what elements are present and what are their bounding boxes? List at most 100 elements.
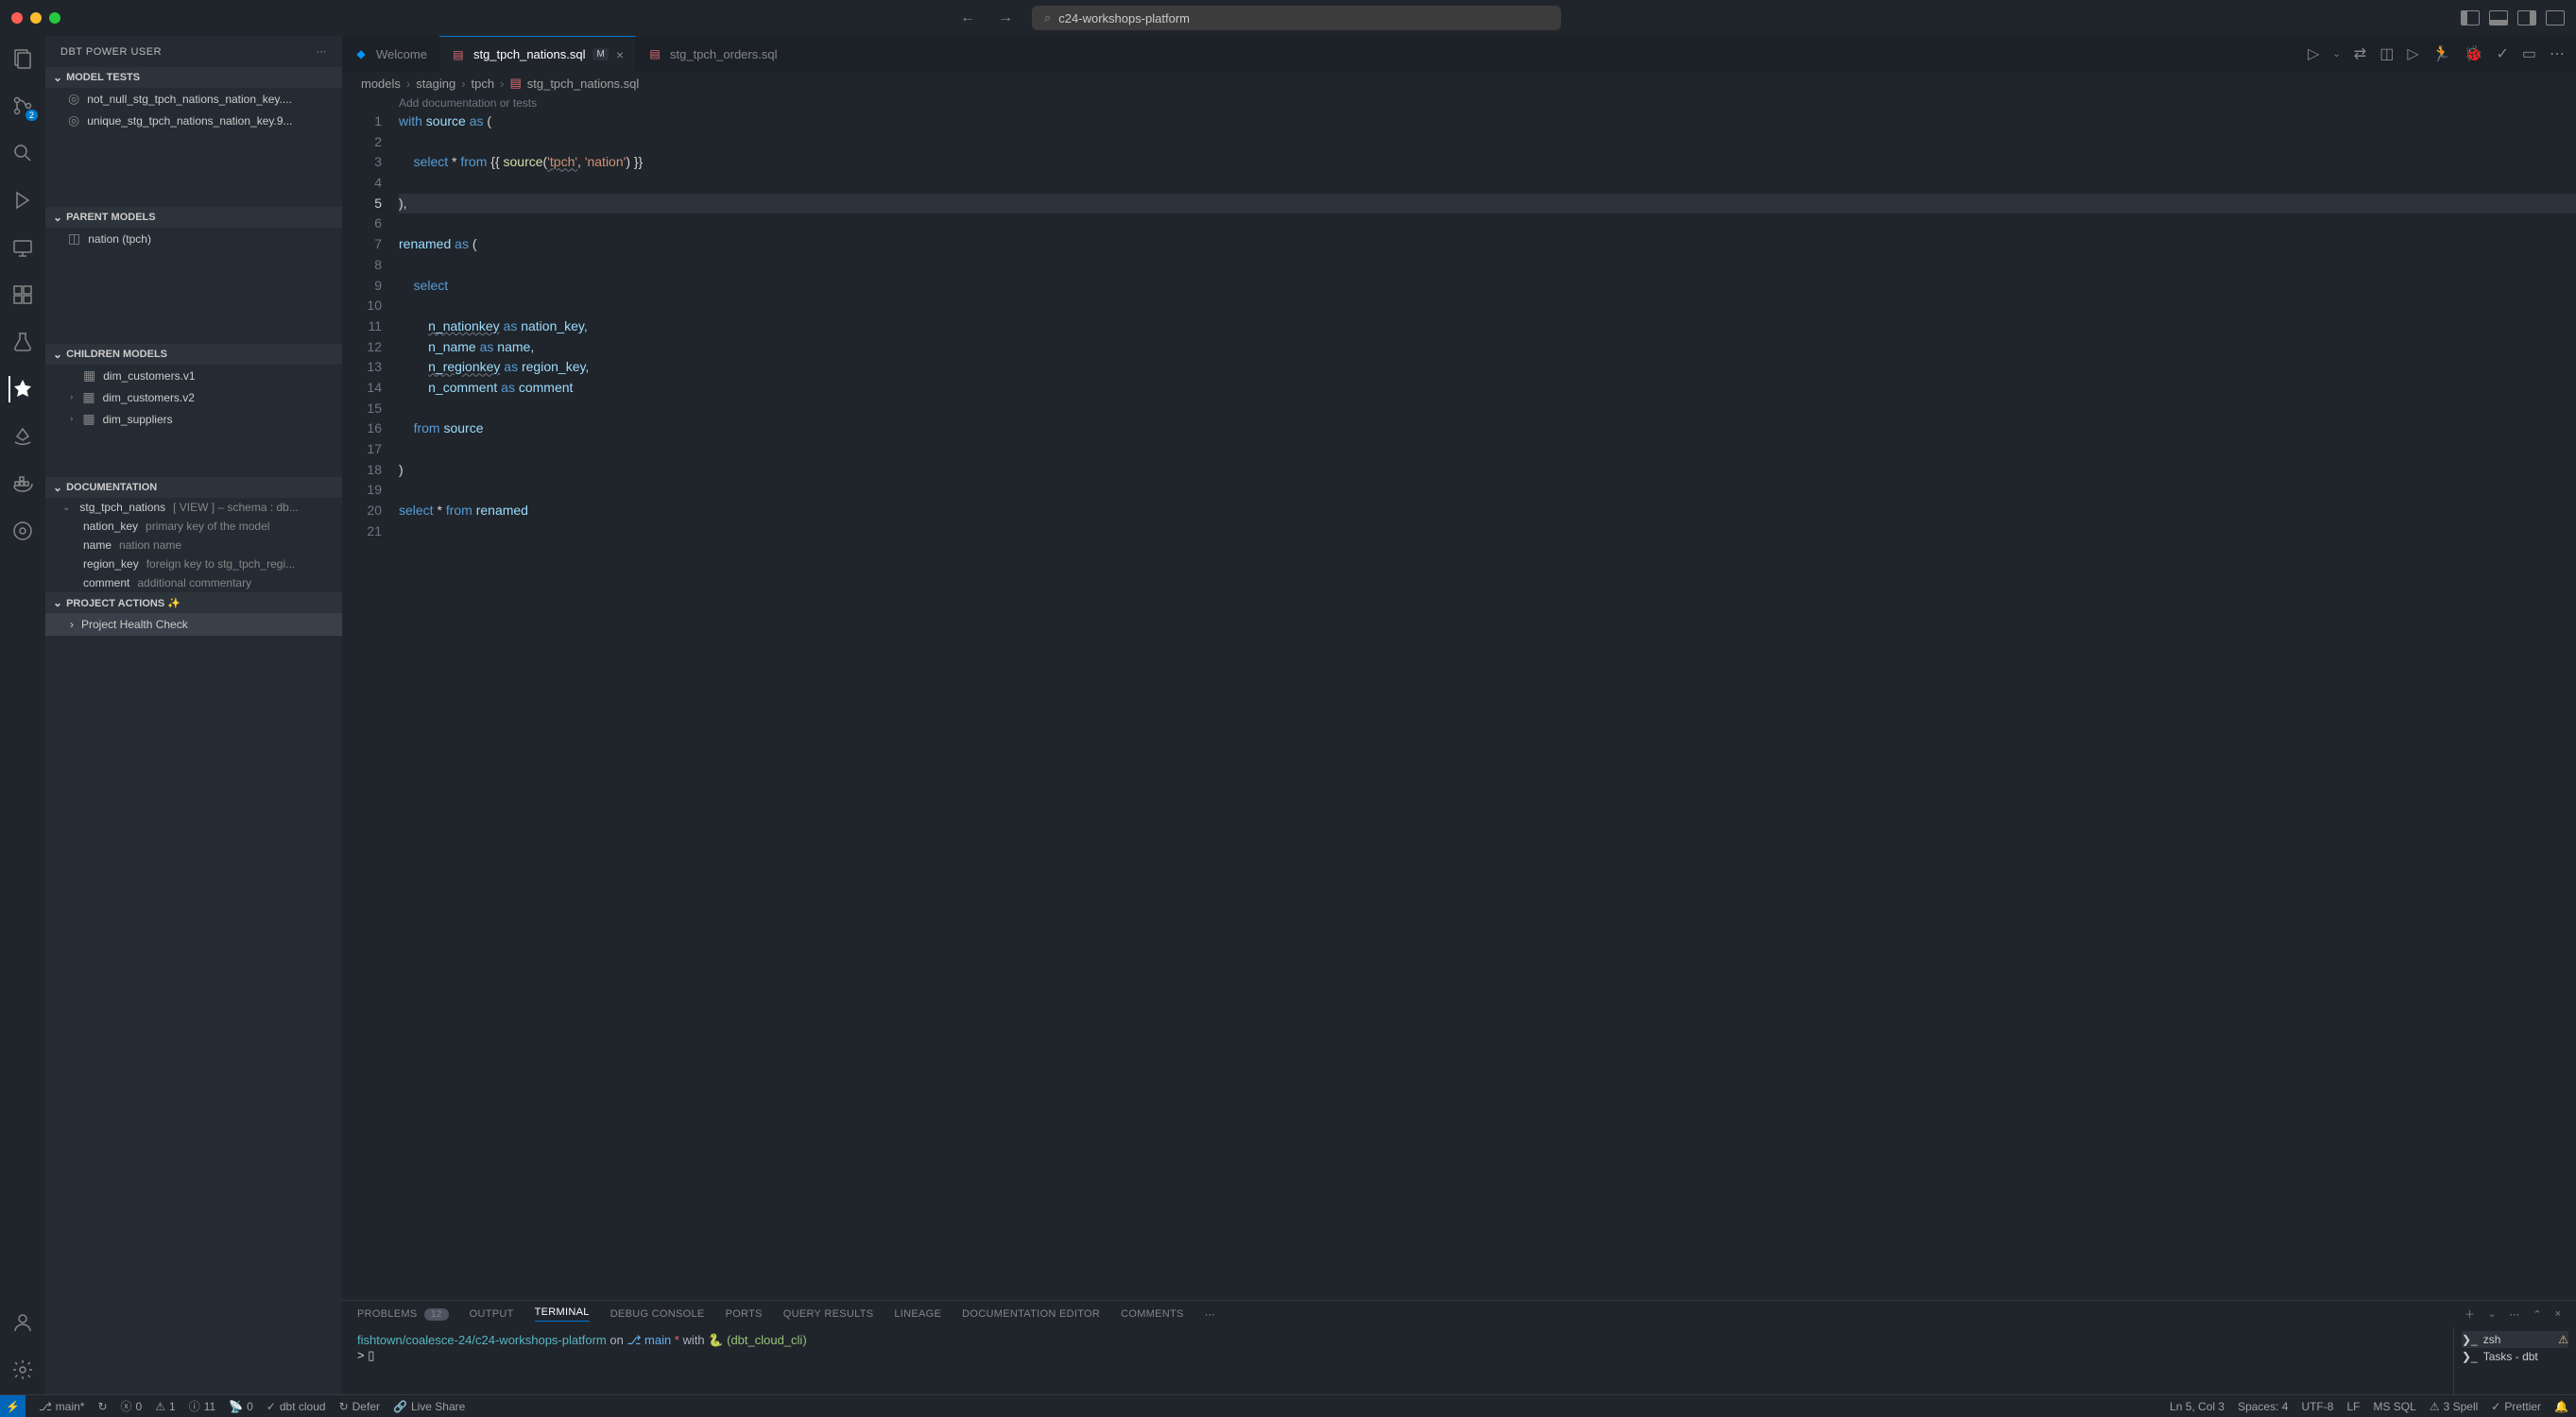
gitlens-icon[interactable] [9, 518, 36, 544]
nav-back-icon[interactable]: ← [960, 9, 975, 26]
docker-icon[interactable] [9, 470, 36, 497]
status-branch[interactable]: ⎇ main* [39, 1400, 85, 1413]
panel-tab-terminal[interactable]: TERMINAL [535, 1306, 590, 1322]
branch-icon: ⎇ [627, 1333, 644, 1347]
explorer-icon[interactable] [9, 45, 36, 72]
run-icon[interactable]: ▷ [2308, 44, 2319, 63]
breadcrumb-item[interactable]: stg_tpch_nations.sql [527, 77, 640, 91]
new-terminal-icon[interactable]: ＋ [2464, 1306, 2475, 1322]
terminal-output[interactable]: fishtown/coalesce-24/c24-workshops-platf… [342, 1327, 2453, 1394]
bug-icon[interactable]: 🐞 [2464, 44, 2483, 63]
maximize-panel-icon[interactable]: ⌃ [2533, 1308, 2541, 1321]
child-model-item[interactable]: › ▦ dim_suppliers [45, 408, 342, 430]
toggle-primary-sidebar-icon[interactable] [2461, 10, 2480, 26]
status-sync[interactable]: ↻ [97, 1400, 107, 1413]
nav-forward-icon[interactable]: → [998, 9, 1013, 26]
section-documentation[interactable]: ⌄ DOCUMENTATION [45, 477, 342, 498]
code-content[interactable]: Add documentation or tests with source a… [399, 94, 2576, 1300]
status-encoding[interactable]: UTF-8 [2301, 1400, 2333, 1413]
search-activity-icon[interactable] [9, 140, 36, 166]
source-control-icon[interactable]: 2 [9, 93, 36, 119]
more-icon[interactable]: ⋯ [2550, 44, 2565, 63]
status-defer[interactable]: ↻ Defer [339, 1400, 380, 1413]
breadcrumbs[interactable]: models › staging › tpch › ▤ stg_tpch_nat… [342, 72, 2576, 94]
status-prettier[interactable]: ✓ Prettier [2491, 1400, 2541, 1413]
status-lang[interactable]: MS SQL [2373, 1400, 2415, 1413]
remote-indicator[interactable]: ⚡ [0, 1395, 26, 1417]
model-test-item[interactable]: ◎ unique_stg_tpch_nations_nation_key.9..… [45, 110, 342, 131]
status-errors[interactable]: ⓧ 0 [121, 1398, 143, 1414]
testing-icon[interactable] [9, 329, 36, 355]
more-icon[interactable]: ⋯ [1205, 1308, 1215, 1321]
panel-tab-query[interactable]: QUERY RESULTS [783, 1308, 874, 1320]
customize-layout-icon[interactable] [2546, 10, 2565, 26]
panel-tab-comments[interactable]: COMMENTS [1121, 1308, 1184, 1320]
run-debug-icon[interactable] [9, 187, 36, 213]
panel-tab-debug[interactable]: DEBUG CONSOLE [610, 1308, 705, 1320]
terminal-dropdown-icon[interactable]: ⌄ [2488, 1309, 2496, 1320]
tab-stg-orders[interactable]: ▤ stg_tpch_orders.sql [636, 36, 789, 72]
tab-stg-nations[interactable]: ▤ stg_tpch_nations.sql M × [439, 36, 636, 72]
code-lens-hint[interactable]: Add documentation or tests [399, 94, 2576, 111]
section-parent-models[interactable]: ⌄ PARENT MODELS [45, 207, 342, 228]
terminal-list-item[interactable]: ❯_ zsh ⚠ [2462, 1331, 2568, 1348]
status-spell[interactable]: ⚠ 3 Spell [2430, 1400, 2478, 1413]
doc-column-item[interactable]: comment additional commentary [45, 573, 342, 592]
status-dbt[interactable]: ✓ dbt cloud [266, 1400, 326, 1413]
child-model-item[interactable]: ▦ dim_customers.v1 [45, 365, 342, 386]
tab-welcome[interactable]: ◆ Welcome [342, 36, 439, 72]
panel-tab-output[interactable]: OUTPUT [470, 1308, 514, 1320]
parent-model-item[interactable]: ◫ nation (tpch) [45, 228, 342, 249]
window-minimize[interactable] [30, 12, 42, 24]
settings-icon[interactable] [9, 1357, 36, 1383]
section-project-actions[interactable]: ⌄ PROJECT ACTIONS ✨ [45, 592, 342, 613]
diff-icon[interactable]: ⇄ [2354, 44, 2366, 63]
check-icon[interactable]: ✓ [2496, 44, 2508, 63]
status-bell-icon[interactable]: 🔔 [2554, 1400, 2568, 1413]
code-editor[interactable]: 1234 5678 9101112 13141516 1718192021 Ad… [342, 94, 2576, 1300]
aws-icon[interactable] [9, 423, 36, 450]
status-ports[interactable]: 📡 0 [229, 1400, 253, 1413]
section-model-tests[interactable]: ⌄ MODEL TESTS [45, 67, 342, 88]
section-children-models[interactable]: ⌄ CHILDREN MODELS [45, 344, 342, 365]
doc-column-item[interactable]: name nation name [45, 536, 342, 555]
status-position[interactable]: Ln 5, Col 3 [2170, 1400, 2224, 1413]
play-icon[interactable]: ▷ [2407, 44, 2418, 63]
project-action-item[interactable]: › Project Health Check [45, 613, 342, 636]
book-icon[interactable]: ▭ [2522, 44, 2536, 63]
breadcrumb-item[interactable]: models [361, 77, 401, 91]
window-close[interactable] [11, 12, 23, 24]
doc-model-item[interactable]: ⌄ stg_tpch_nations [ VIEW ] – schema : d… [45, 498, 342, 517]
window-maximize[interactable] [49, 12, 60, 24]
status-info[interactable]: ⓘ 11 [189, 1398, 215, 1414]
child-model-item[interactable]: › ▦ dim_customers.v2 [45, 386, 342, 408]
toggle-secondary-sidebar-icon[interactable] [2517, 10, 2536, 26]
close-panel-icon[interactable]: × [2555, 1308, 2561, 1320]
accounts-icon[interactable] [9, 1309, 36, 1336]
extensions-icon[interactable] [9, 282, 36, 308]
panel-tab-ports[interactable]: PORTS [726, 1308, 763, 1320]
run-dropdown-icon[interactable]: ⌄ [2332, 49, 2340, 60]
dbt-power-user-icon[interactable] [9, 376, 35, 402]
doc-column-item[interactable]: region_key foreign key to stg_tpch_regi.… [45, 555, 342, 573]
breadcrumb-item[interactable]: tpch [472, 77, 495, 91]
model-test-item[interactable]: ◎ not_null_stg_tpch_nations_nation_key..… [45, 88, 342, 110]
remote-explorer-icon[interactable] [9, 234, 36, 261]
more-icon[interactable]: ⋯ [2509, 1308, 2519, 1321]
terminal-list-item[interactable]: ❯_ Tasks - dbt [2462, 1348, 2568, 1365]
split-icon[interactable]: ◫ [2379, 44, 2394, 63]
toggle-panel-icon[interactable] [2489, 10, 2508, 26]
more-icon[interactable]: ⋯ [317, 45, 328, 58]
panel-tab-doceditor[interactable]: DOCUMENTATION EDITOR [962, 1308, 1100, 1320]
panel-tab-problems[interactable]: PROBLEMS 12 [357, 1308, 449, 1320]
panel-tab-lineage[interactable]: LINEAGE [894, 1308, 941, 1320]
runner-icon[interactable]: 🏃 [2432, 44, 2451, 63]
status-spaces[interactable]: Spaces: 4 [2238, 1400, 2288, 1413]
doc-column-item[interactable]: nation_key primary key of the model [45, 517, 342, 536]
status-warnings[interactable]: ⚠ 1 [155, 1400, 175, 1413]
status-eol[interactable]: LF [2346, 1400, 2360, 1413]
close-icon[interactable]: × [616, 47, 624, 62]
breadcrumb-item[interactable]: staging [416, 77, 455, 91]
status-liveshare[interactable]: 🔗 Live Share [393, 1400, 465, 1413]
command-center[interactable]: ⌕ c24-workshops-platform [1032, 6, 1561, 30]
